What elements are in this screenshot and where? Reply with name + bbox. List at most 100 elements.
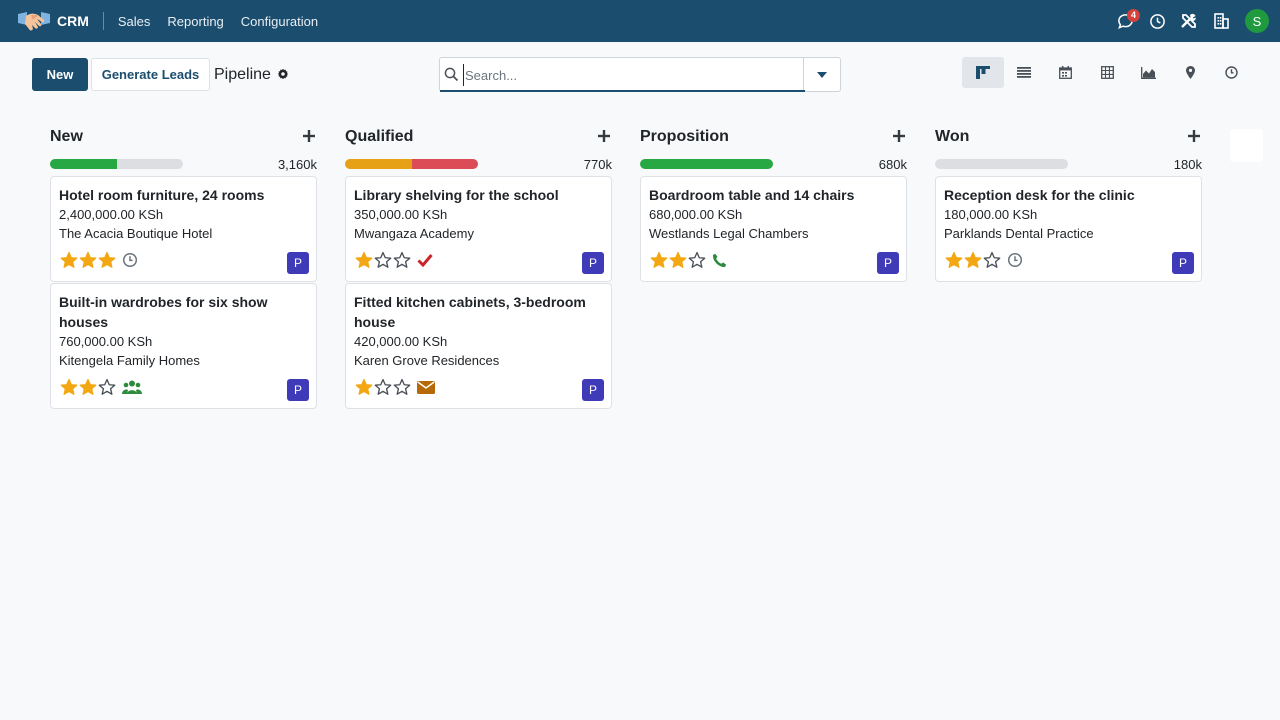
assignee-avatar: P xyxy=(287,252,309,274)
card-customer: The Acacia Boutique Hotel xyxy=(59,226,213,241)
card-customer: Mwangaza Academy xyxy=(354,226,474,241)
priority-star-icon[interactable] xyxy=(78,378,97,397)
activity-clock-icon[interactable] xyxy=(1007,252,1023,268)
view-map[interactable] xyxy=(1170,57,1212,88)
view-list[interactable] xyxy=(1004,57,1046,88)
column-total: 180k xyxy=(1173,156,1202,172)
new-button[interactable]: New xyxy=(32,58,88,91)
priority-star-icon[interactable] xyxy=(97,251,116,270)
messages-badge: 4 xyxy=(1127,9,1140,22)
column-progress-row: 180k xyxy=(935,156,1202,172)
priority-star-icon[interactable] xyxy=(963,251,982,270)
view-graph[interactable] xyxy=(1128,57,1170,88)
kanban-card[interactable]: Fitted kitchen cabinets, 3-bedroom house… xyxy=(345,283,612,409)
view-switcher xyxy=(962,57,1253,88)
priority-star-icon[interactable] xyxy=(687,251,706,270)
graph-icon xyxy=(1141,66,1157,79)
progress-segment[interactable] xyxy=(411,159,478,169)
activities-button[interactable] xyxy=(1141,0,1173,42)
menu-configuration[interactable]: Configuration xyxy=(241,14,318,29)
view-activity[interactable] xyxy=(1211,57,1253,88)
card-amount: 180,000.00 KSh xyxy=(944,207,1038,222)
kanban-card[interactable]: Library shelving for the school 350,000.0… xyxy=(345,176,612,282)
add-card-plus-icon[interactable] xyxy=(893,130,907,144)
priority-stars xyxy=(59,251,116,270)
priority-star-icon[interactable] xyxy=(59,378,78,397)
column-progress-bar[interactable] xyxy=(640,159,773,169)
app-name[interactable]: CRM xyxy=(57,13,89,29)
card-list: Boardroom table and 14 chairs 680,000.00 … xyxy=(640,176,907,282)
card-footer xyxy=(944,247,1193,273)
company-switcher-button[interactable] xyxy=(1205,0,1237,42)
card-footer xyxy=(354,374,603,400)
column-title: New xyxy=(50,128,83,145)
priority-star-icon[interactable] xyxy=(59,251,78,270)
search-input[interactable] xyxy=(463,64,793,86)
generate-leads-button[interactable]: Generate Leads xyxy=(91,58,210,91)
activity-clock-icon[interactable] xyxy=(122,252,138,268)
card-title: Reception desk for the clinic xyxy=(944,187,1135,203)
card-amount: 680,000.00 KSh xyxy=(649,207,743,222)
card-amount: 760,000.00 KSh xyxy=(59,334,153,349)
check-icon[interactable] xyxy=(417,253,433,267)
kanban-card[interactable]: Built-in wardrobes for six show houses 76… xyxy=(50,283,317,409)
user-avatar[interactable]: S xyxy=(1245,9,1269,33)
card-amount: 420,000.00 KSh xyxy=(354,334,448,349)
priority-star-icon[interactable] xyxy=(354,251,373,270)
card-footer xyxy=(59,247,308,273)
priority-star-icon[interactable] xyxy=(649,251,668,270)
add-card-plus-icon[interactable] xyxy=(1188,130,1202,144)
view-calendar[interactable] xyxy=(1045,57,1087,88)
column-progress-row: 680k xyxy=(640,156,907,172)
priority-stars xyxy=(354,378,411,397)
add-card-plus-icon[interactable] xyxy=(303,130,317,144)
list-icon xyxy=(1017,67,1032,78)
progress-segment[interactable] xyxy=(345,159,412,169)
card-title: Boardroom table and 14 chairs xyxy=(649,187,855,203)
priority-star-icon[interactable] xyxy=(373,378,392,397)
progress-segment[interactable] xyxy=(640,159,773,169)
kanban-column-won: Won 180k Reception desk for the clinic 180,… xyxy=(935,125,1202,283)
progress-segment[interactable] xyxy=(50,159,117,169)
phone-icon[interactable] xyxy=(712,253,727,268)
column-total: 680k xyxy=(878,156,907,172)
priority-star-icon[interactable] xyxy=(668,251,687,270)
kanban-card[interactable]: Hotel room furniture, 24 rooms 2,400,000.… xyxy=(50,176,317,282)
priority-star-icon[interactable] xyxy=(78,251,97,270)
add-card-plus-icon[interactable] xyxy=(598,130,612,144)
priority-star-icon[interactable] xyxy=(392,251,411,270)
activity-clock-icon xyxy=(1225,66,1238,79)
priority-star-icon[interactable] xyxy=(392,378,411,397)
kanban-card[interactable]: Reception desk for the clinic 180,000.00 … xyxy=(935,176,1202,282)
priority-stars xyxy=(649,251,706,270)
tools-icon xyxy=(1181,13,1196,28)
priority-star-icon[interactable] xyxy=(354,378,373,397)
column-progress-bar[interactable] xyxy=(935,159,1068,169)
kanban-card[interactable]: Boardroom table and 14 chairs 680,000.00 … xyxy=(640,176,907,282)
menu-sales[interactable]: Sales xyxy=(118,14,151,29)
column-title: Won xyxy=(935,128,970,145)
search-options-toggle[interactable] xyxy=(803,58,840,91)
priority-star-icon[interactable] xyxy=(982,251,1001,270)
priority-stars xyxy=(944,251,1001,270)
email-icon[interactable] xyxy=(417,380,435,394)
add-column-placeholder[interactable] xyxy=(1230,129,1263,162)
crm-logo-icon[interactable] xyxy=(17,8,51,34)
kanban-column-new: New 3,160k Hotel room furniture, 24 rooms 2… xyxy=(50,125,317,410)
kanban-column-proposition: Proposition 680k Boardroom table and 14 ch… xyxy=(640,125,907,283)
messages-button[interactable]: 4 xyxy=(1109,0,1141,42)
top-navbar: CRM Sales Reporting Configuration 4 S xyxy=(0,0,1280,42)
column-progress-bar[interactable] xyxy=(50,159,183,169)
gear-icon[interactable] xyxy=(277,67,289,85)
meeting-users-icon[interactable] xyxy=(122,379,142,395)
column-progress-bar[interactable] xyxy=(345,159,478,169)
view-kanban[interactable] xyxy=(962,57,1004,88)
search-icon xyxy=(444,67,459,85)
search-bar xyxy=(439,57,841,92)
view-pivot[interactable] xyxy=(1087,57,1129,88)
menu-reporting[interactable]: Reporting xyxy=(167,14,223,29)
priority-star-icon[interactable] xyxy=(373,251,392,270)
priority-star-icon[interactable] xyxy=(944,251,963,270)
debug-tools-button[interactable] xyxy=(1173,0,1205,42)
priority-star-icon[interactable] xyxy=(97,378,116,397)
